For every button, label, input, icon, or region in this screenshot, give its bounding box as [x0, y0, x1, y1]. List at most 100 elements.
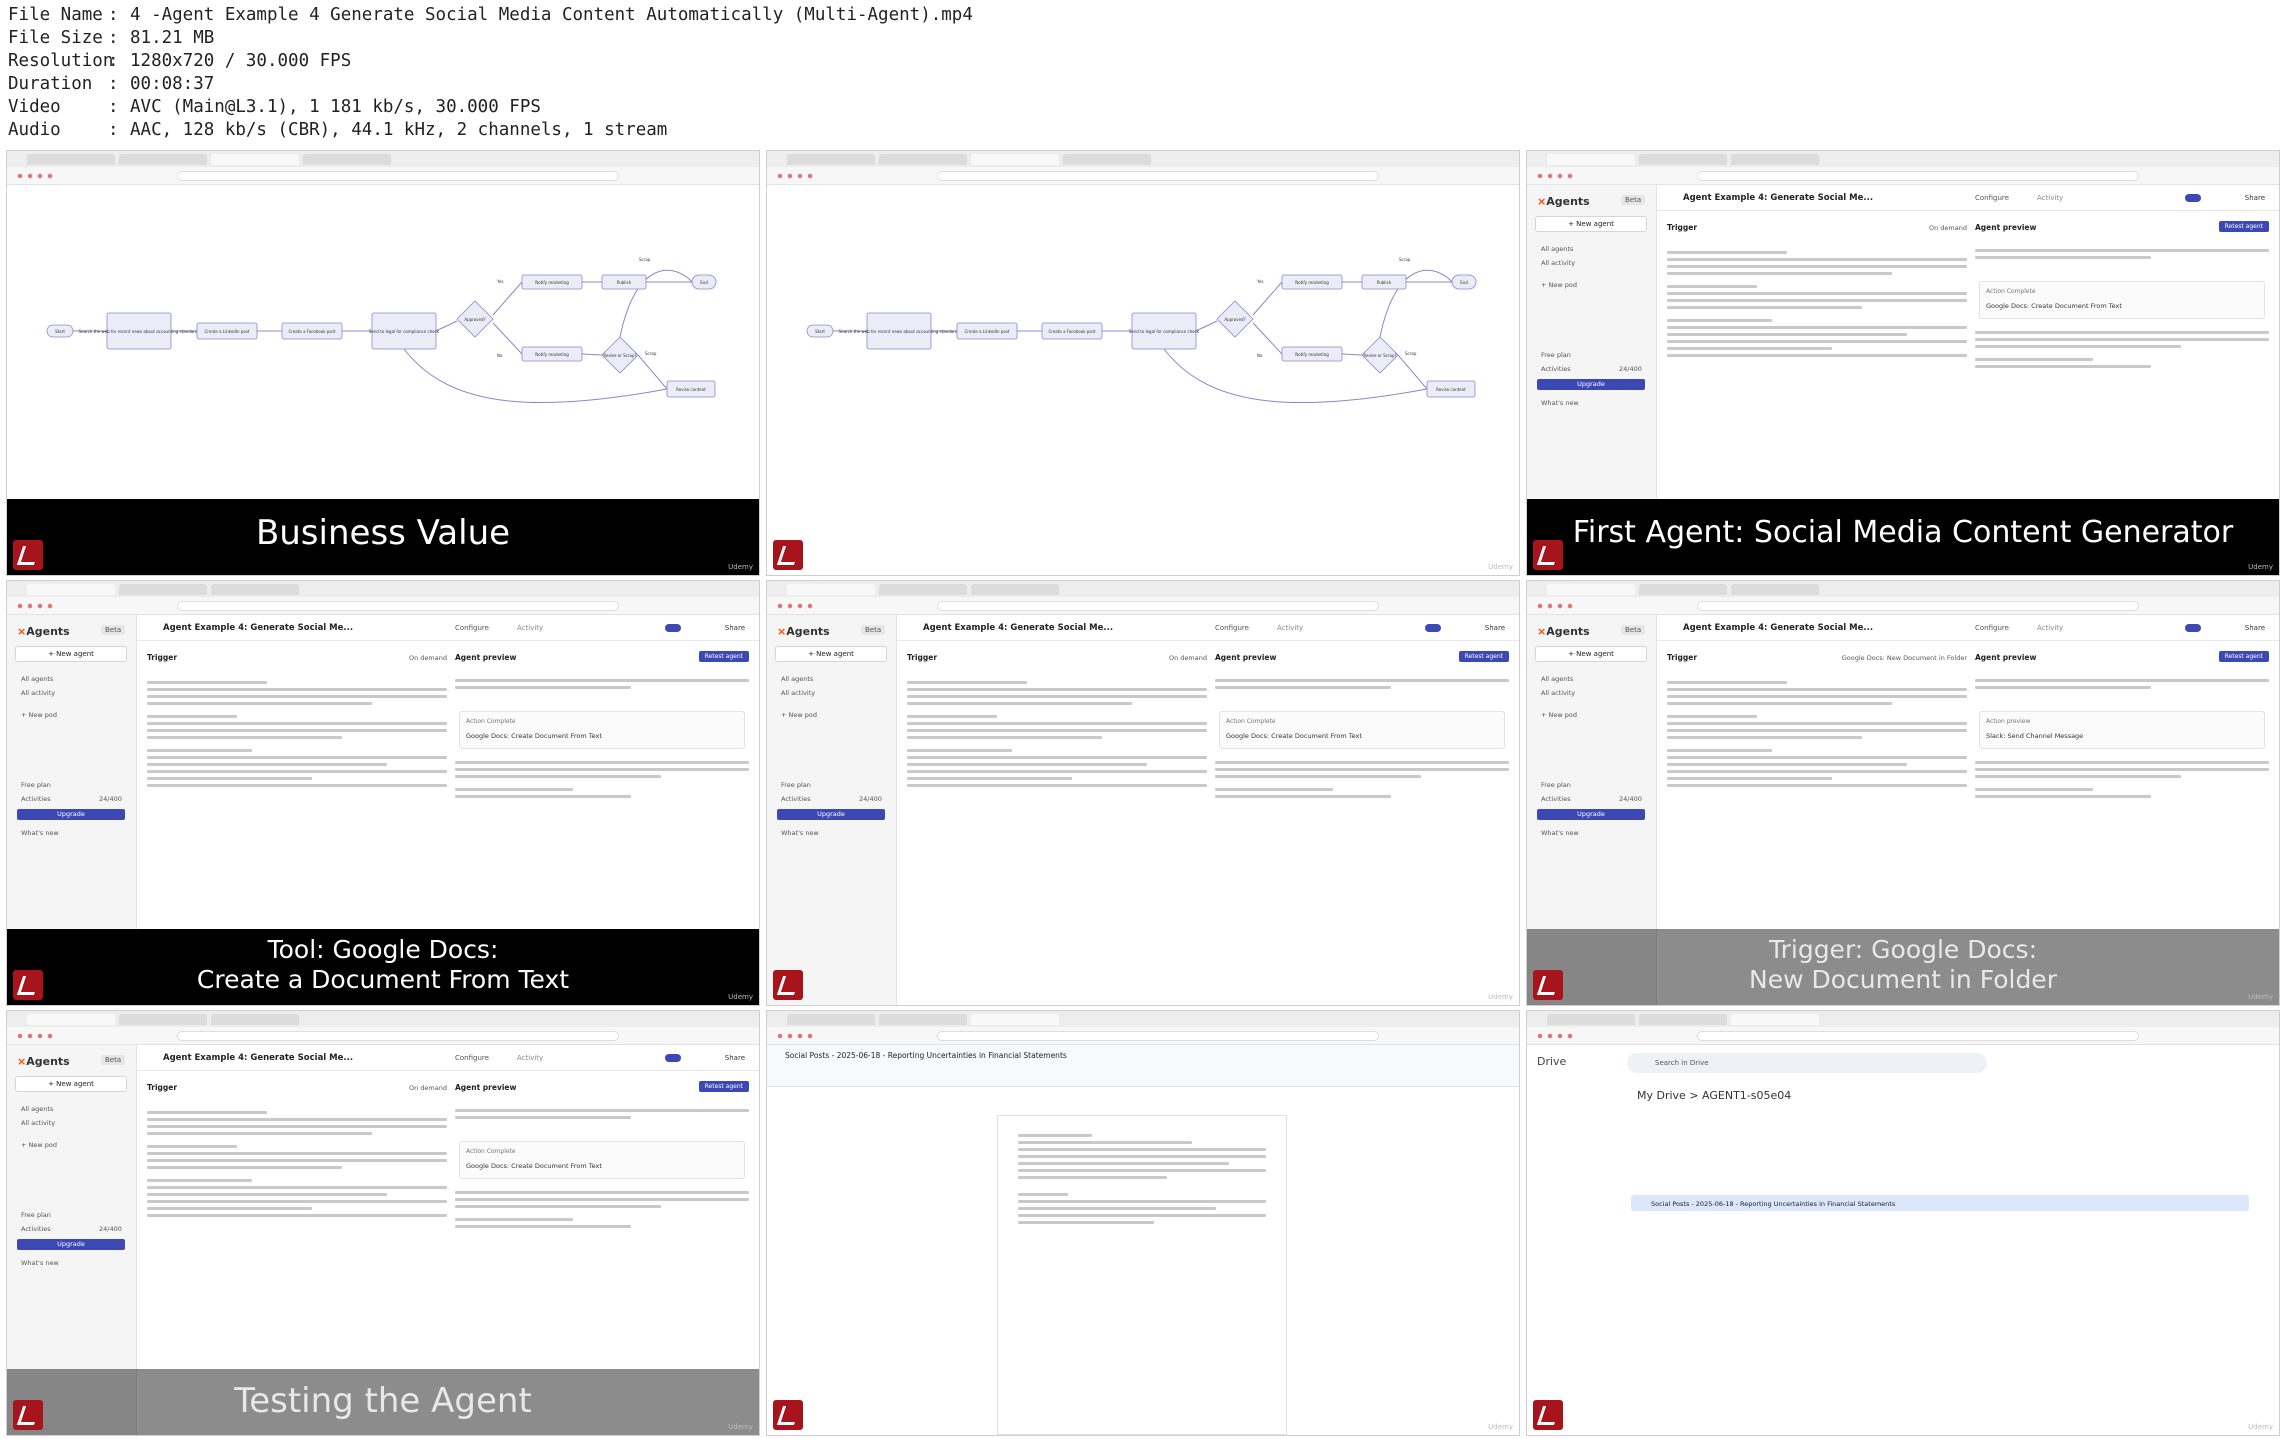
trigger-value[interactable]: On demand	[409, 654, 447, 662]
flowchart: Start Search the web for recent news abou…	[806, 257, 1477, 404]
share-button[interactable]: Share	[2245, 624, 2265, 632]
flow-label-linkedin: Create a LinkedIn post	[205, 329, 250, 334]
flow-edge-label-yes: Yes	[496, 279, 503, 284]
sidebar-item-all-agents[interactable]: All agents	[781, 675, 813, 683]
whats-new-link[interactable]: What's new	[21, 1259, 59, 1267]
activity-tab[interactable]: Activity	[2037, 194, 2063, 202]
course-logo-icon	[13, 1400, 43, 1430]
file-info-value: 4 -Agent Example 4 Generate Social Media…	[130, 5, 973, 25]
docs-toolbar: Social Posts - 2025-06-18 - Reporting Un…	[767, 1045, 1519, 1087]
whats-new-link[interactable]: What's new	[1541, 399, 1579, 407]
thumbnail-8: Social Posts - 2025-06-18 - Reporting Un…	[766, 1010, 1520, 1436]
sidebar-item-all-activity[interactable]: All activity	[1541, 259, 1575, 267]
retest-agent-button[interactable]: Retest agent	[698, 1081, 749, 1092]
sidebar-item-all-activity[interactable]: All activity	[1541, 689, 1575, 697]
file-info-row: Duration:00:08:37	[8, 73, 1408, 96]
browser-address-bar	[1527, 167, 2279, 185]
action-name: Google Docs: Create Document From Text	[466, 732, 602, 740]
configure-tab[interactable]: Configure	[455, 1054, 489, 1062]
trigger-value[interactable]: On demand	[1169, 654, 1207, 662]
sidebar-item-all-activity[interactable]: All activity	[21, 1119, 55, 1127]
flow-edge	[1252, 322, 1283, 355]
new-pod-button[interactable]: + New pod	[1541, 711, 1577, 719]
sidebar-item-all-agents[interactable]: All agents	[21, 675, 53, 683]
file-info-value: AVC (Main@L3.1), 1 181 kb/s, 30.000 FPS	[130, 97, 541, 117]
course-logo-icon	[13, 540, 43, 570]
new-agent-button[interactable]: + New agent	[775, 646, 887, 662]
share-button[interactable]: Share	[725, 624, 745, 632]
action-card[interactable]: Action Complete Google Docs: Create Docu…	[459, 711, 745, 749]
browser-tabs	[1527, 581, 2279, 597]
action-status: Action Complete	[466, 1148, 516, 1155]
action-card[interactable]: Action Complete Google Docs: Create Docu…	[1219, 711, 1505, 749]
retest-agent-button[interactable]: Retest agent	[1458, 651, 1509, 662]
preview-text	[1215, 675, 1509, 693]
agent-toggle[interactable]	[2185, 194, 2201, 202]
new-agent-button[interactable]: + New agent	[15, 1076, 127, 1092]
new-pod-button[interactable]: + New pod	[21, 1141, 57, 1149]
whats-new-link[interactable]: What's new	[781, 829, 819, 837]
flow-edge	[1252, 281, 1283, 316]
agent-toggle[interactable]	[665, 1054, 681, 1062]
whats-new-link[interactable]: What's new	[21, 829, 59, 837]
upgrade-button[interactable]: Upgrade	[17, 809, 125, 820]
activity-tab[interactable]: Activity	[1277, 624, 1303, 632]
whats-new-link[interactable]: What's new	[1541, 829, 1579, 837]
file-info-row: Audio: AAC, 128 kb/s (CBR), 44.1 kHz, 2 c…	[8, 119, 1408, 142]
banner-title: Tool: Google Docs: Create a Document From…	[7, 935, 759, 995]
banner-title: First Agent: Social Media Content Genera…	[1572, 515, 2234, 550]
agent-toggle[interactable]	[1425, 624, 1441, 632]
action-card[interactable]: Action preview Slack: Send Channel Messa…	[1979, 711, 2265, 749]
activities-label: Activities	[1541, 795, 1571, 803]
sidebar-item-all-agents[interactable]: All agents	[21, 1105, 53, 1113]
agent-toggle[interactable]	[665, 624, 681, 632]
thumbnail-7: ×Agents Beta + New agent All agents All …	[6, 1010, 760, 1436]
configure-tab[interactable]: Configure	[455, 624, 489, 632]
new-pod-button[interactable]: + New pod	[1541, 281, 1577, 289]
flow-label-publish: Publish	[617, 280, 632, 285]
agents-logo: ×Agents	[17, 625, 70, 638]
activity-tab[interactable]: Activity	[517, 1054, 543, 1062]
action-card[interactable]: Action Complete Google Docs: Create Docu…	[459, 1141, 745, 1179]
preview-text	[455, 675, 749, 693]
drive-file-row[interactable]: Social Posts - 2025-06-18 - Reporting Un…	[1631, 1195, 2249, 1211]
trigger-value[interactable]: On demand	[409, 1084, 447, 1092]
new-agent-button[interactable]: + New agent	[1535, 216, 1647, 232]
browser-address-bar	[1527, 1027, 2279, 1045]
activity-tab[interactable]: Activity	[517, 624, 543, 632]
sidebar-item-all-agents[interactable]: All agents	[1541, 245, 1573, 253]
retest-agent-button[interactable]: Retest agent	[698, 651, 749, 662]
browser-tabs	[767, 581, 1519, 597]
drive-breadcrumb[interactable]: My Drive > AGENT1-s05e04	[1637, 1089, 1791, 1102]
trigger-value[interactable]: Google Docs: New Document in Folder	[1842, 654, 1967, 662]
retest-agent-button[interactable]: Retest agent	[2218, 651, 2269, 662]
share-button[interactable]: Share	[2245, 194, 2265, 202]
flow-edge	[581, 353, 603, 356]
share-button[interactable]: Share	[725, 1054, 745, 1062]
new-pod-button[interactable]: + New pod	[21, 711, 57, 719]
new-agent-button[interactable]: + New agent	[15, 646, 127, 662]
configure-tab[interactable]: Configure	[1975, 194, 2009, 202]
upgrade-button[interactable]: Upgrade	[1537, 809, 1645, 820]
sidebar-item-all-activity[interactable]: All activity	[21, 689, 55, 697]
new-pod-button[interactable]: + New pod	[781, 711, 817, 719]
browser-address-bar	[7, 167, 759, 185]
sidebar-item-all-activity[interactable]: All activity	[781, 689, 815, 697]
sidebar-item-all-agents[interactable]: All agents	[1541, 675, 1573, 683]
share-button[interactable]: Share	[1485, 624, 1505, 632]
flow-edge	[637, 354, 668, 390]
drive-search-input[interactable]: Search in Drive	[1627, 1053, 1987, 1073]
agent-toggle[interactable]	[2185, 624, 2201, 632]
configure-tab[interactable]: Configure	[1215, 624, 1249, 632]
upgrade-button[interactable]: Upgrade	[1537, 379, 1645, 390]
configure-tab[interactable]: Configure	[1975, 624, 2009, 632]
upgrade-button[interactable]: Upgrade	[777, 809, 885, 820]
trigger-value[interactable]: On demand	[1929, 224, 1967, 232]
activity-tab[interactable]: Activity	[2037, 624, 2063, 632]
flow-label-revise: Revise or Scrap?	[603, 353, 636, 358]
new-agent-button[interactable]: + New agent	[1535, 646, 1647, 662]
flow-label-search: Search the web for recent news about acc…	[839, 329, 960, 334]
action-card[interactable]: Action Complete Google Docs: Create Docu…	[1979, 281, 2265, 319]
retest-agent-button[interactable]: Retest agent	[2218, 221, 2269, 232]
upgrade-button[interactable]: Upgrade	[17, 1239, 125, 1250]
